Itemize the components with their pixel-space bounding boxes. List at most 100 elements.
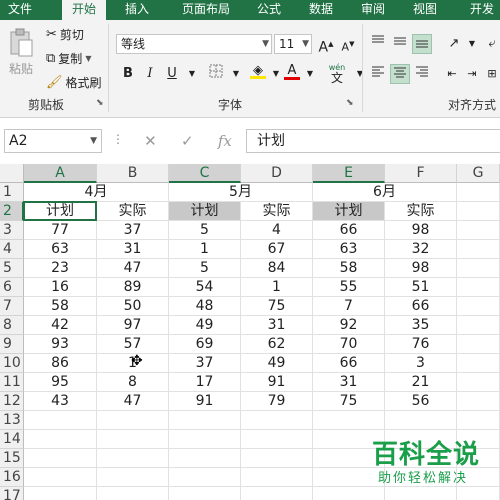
font-size-select[interactable]: 11 ▼ [274,34,312,54]
data-cell[interactable]: 17 [169,373,241,392]
data-cell[interactable]: 47 [97,392,169,411]
data-cell[interactable]: 91 [169,392,241,411]
column-header[interactable]: A [24,164,97,183]
data-cell[interactable]: 57 [97,335,169,354]
cell[interactable] [97,487,169,500]
align-middle-button[interactable] [390,34,410,54]
tab-insert[interactable]: 插入 [120,0,154,20]
column-header[interactable]: B [97,164,169,183]
row-header[interactable]: 1 [0,183,24,202]
data-cell[interactable]: 16 [24,278,97,297]
data-cell[interactable]: 76 [385,335,457,354]
column-label-cell[interactable]: 计划 [313,202,385,221]
tab-review[interactable]: 审阅 [356,0,390,20]
data-cell[interactable]: 66 [313,221,385,240]
cell[interactable] [97,411,169,430]
data-cell[interactable]: 23 [24,259,97,278]
data-cell[interactable]: 75 [241,297,313,316]
column-header[interactable]: D [241,164,313,183]
cell[interactable] [24,430,97,449]
data-cell[interactable]: 31 [241,316,313,335]
cell[interactable] [97,468,169,487]
data-cell[interactable]: 70 [313,335,385,354]
paste-button[interactable]: 粘贴 [6,28,36,77]
cell[interactable] [97,449,169,468]
data-cell[interactable]: 5 [169,259,241,278]
row-header[interactable]: 17 [0,487,24,500]
data-cell[interactable]: 4 [241,221,313,240]
column-header[interactable]: G [457,164,500,183]
cell[interactable] [457,221,500,240]
cell[interactable] [169,430,241,449]
data-cell[interactable]: 51 [385,278,457,297]
grow-font-button[interactable]: A▲ [316,34,336,56]
tab-home[interactable]: 开始 [62,0,106,20]
data-cell[interactable]: 49 [169,316,241,335]
data-cell[interactable]: 69 [169,335,241,354]
data-cell[interactable]: 56 [385,392,457,411]
data-cell[interactable]: 67 [241,240,313,259]
row-header[interactable]: 4 [0,240,24,259]
format-painter-button[interactable]: 🖌 格式刷 [46,74,102,91]
row-header[interactable]: 14 [0,430,24,449]
cell[interactable] [169,411,241,430]
cell[interactable] [457,316,500,335]
wrap-text-button[interactable]: ⤶ [482,34,500,54]
row-header[interactable]: 15 [0,449,24,468]
data-cell[interactable]: 8 [97,373,169,392]
data-cell[interactable]: 58 [24,297,97,316]
cell[interactable] [97,430,169,449]
cell[interactable] [457,259,500,278]
data-cell[interactable]: 48 [169,297,241,316]
underline-button[interactable]: U [162,64,182,84]
data-cell[interactable]: 91 [241,373,313,392]
tab-developer[interactable]: 开发 [462,0,500,20]
align-right-button[interactable] [412,64,432,84]
row-header[interactable]: 3 [0,221,24,240]
month-header-cell[interactable]: 6月 [313,183,457,202]
tab-file[interactable]: 文件 [0,0,40,20]
cell[interactable] [457,240,500,259]
column-header[interactable]: C [169,164,241,183]
data-cell[interactable]: 31 [97,240,169,259]
cell[interactable] [24,411,97,430]
border-button[interactable] [206,64,226,84]
cell[interactable] [457,278,500,297]
cell[interactable] [241,487,313,500]
data-cell[interactable]: 58 [313,259,385,278]
cell[interactable] [457,392,500,411]
shrink-font-button[interactable]: A▼ [338,34,358,54]
data-cell[interactable]: 95 [24,373,97,392]
cut-button[interactable]: ✂ 剪切 [46,26,84,43]
confirm-icon[interactable]: ✓ [181,132,194,150]
insert-function-icon[interactable]: fx [218,132,232,150]
data-cell[interactable]: 1 [169,240,241,259]
data-cell[interactable]: 32 [385,240,457,259]
data-cell[interactable]: 84 [241,259,313,278]
data-cell[interactable]: 62 [241,335,313,354]
decrease-indent-button[interactable]: ⇤ [442,64,462,84]
tab-formulas[interactable]: 公式 [252,0,286,20]
cell[interactable] [169,449,241,468]
bold-button[interactable]: B [118,64,138,84]
align-center-button[interactable] [390,64,410,84]
data-cell[interactable]: 47 [97,259,169,278]
cell[interactable] [457,335,500,354]
column-label-cell[interactable]: 实际 [97,202,169,221]
data-cell[interactable]: 49 [241,354,313,373]
cell[interactable] [24,449,97,468]
border-options-icon[interactable]: ▼ [226,64,246,84]
data-cell[interactable]: 37 [169,354,241,373]
phonetic-button[interactable]: wén 文 [324,62,350,84]
cell[interactable] [457,297,500,316]
merge-center-button[interactable]: ⊞ [482,64,500,84]
phonetic-options-icon[interactable]: ▼ [350,64,370,84]
data-cell[interactable]: 79 [241,392,313,411]
data-cell[interactable]: 55 [313,278,385,297]
orientation-button[interactable]: ↗ [444,34,464,54]
cell[interactable] [457,183,500,202]
data-cell[interactable]: 21 [385,373,457,392]
row-header[interactable]: 9 [0,335,24,354]
row-header[interactable]: 5 [0,259,24,278]
data-cell[interactable]: 35 [385,316,457,335]
